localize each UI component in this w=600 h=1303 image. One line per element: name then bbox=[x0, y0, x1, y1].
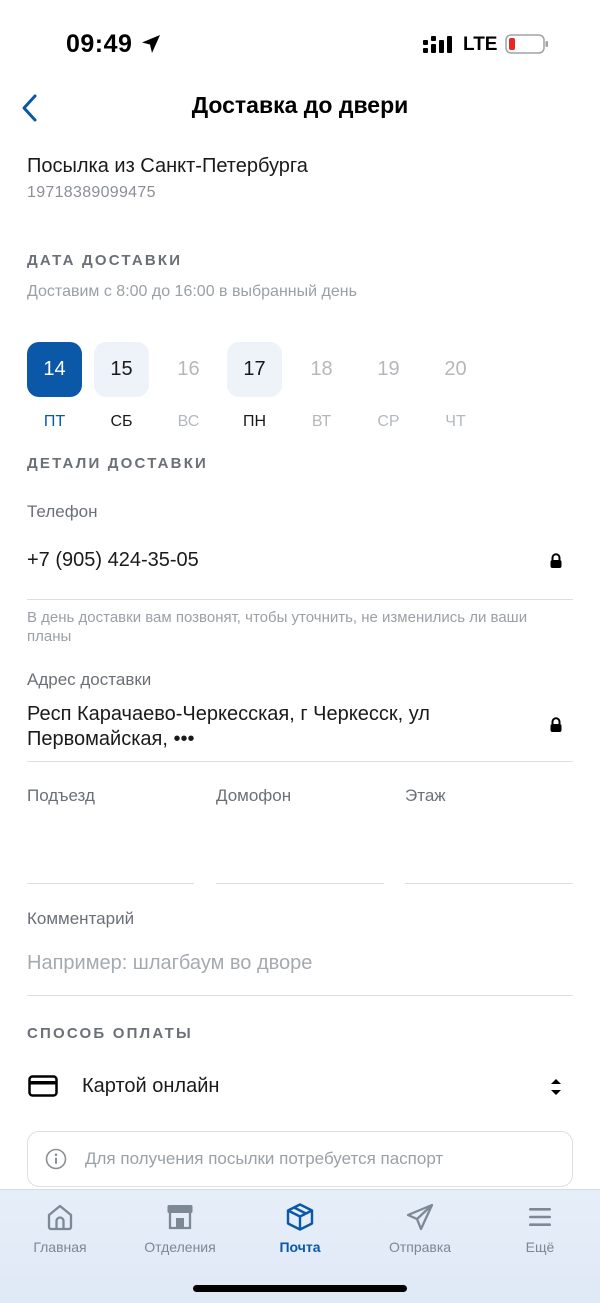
date-15[interactable]: 15 bbox=[94, 342, 149, 397]
tab-send[interactable]: Отправка bbox=[360, 1190, 480, 1270]
chevron-updown-icon[interactable] bbox=[548, 1076, 564, 1098]
signal-icon bbox=[423, 36, 452, 53]
credit-card-icon bbox=[28, 1075, 58, 1097]
payment-method-select[interactable]: Картой онлайн bbox=[82, 1075, 219, 1098]
delivery-details-heading: ДЕТАЛИ ДОСТАВКИ bbox=[27, 455, 209, 472]
weekday-label: ПН bbox=[242, 413, 267, 430]
tab-mail[interactable]: Почта bbox=[240, 1190, 360, 1270]
package-icon bbox=[286, 1203, 314, 1231]
page-title: Доставка до двери bbox=[191, 92, 409, 118]
weekday-label: ВС bbox=[177, 413, 200, 430]
network-type: LTE bbox=[463, 34, 498, 55]
date-19: 19 bbox=[377, 358, 400, 380]
tab-label: Главная bbox=[33, 1239, 87, 1255]
phone-divider bbox=[27, 599, 573, 600]
weekday-label: ПТ bbox=[43, 413, 66, 430]
entrance-input[interactable] bbox=[27, 883, 194, 884]
date-18: 18 bbox=[310, 358, 333, 380]
address-line-2[interactable]: Первомайская, ••• bbox=[27, 728, 194, 751]
entrance-label: Подъезд bbox=[27, 786, 95, 805]
comment-input[interactable]: Например: шлагбаум во дворе bbox=[27, 952, 312, 975]
home-indicator bbox=[193, 1285, 407, 1292]
date-17[interactable]: 17 bbox=[227, 342, 282, 397]
tab-home[interactable]: Главная bbox=[0, 1190, 120, 1270]
status-bar: 09:49 LTE bbox=[0, 0, 600, 90]
home-icon bbox=[47, 1204, 73, 1231]
floor-label: Этаж bbox=[405, 786, 446, 805]
phone-field[interactable]: +7 (905) 424-35-05 bbox=[27, 549, 199, 572]
comment-divider bbox=[27, 995, 573, 996]
store-icon bbox=[167, 1205, 193, 1230]
phone-hint: В день доставки вам позвонят, чтобы уточ… bbox=[27, 609, 528, 645]
weekday-label: ВТ bbox=[311, 413, 332, 430]
tab-label: Отправка bbox=[388, 1239, 452, 1255]
address-line-1[interactable]: Респ Карачаево-Черкесская, г Черкесск, у… bbox=[27, 703, 430, 726]
intercom-input[interactable] bbox=[216, 883, 384, 884]
weekday-label: ЧТ bbox=[445, 413, 466, 430]
tab-label: Отделения bbox=[144, 1239, 216, 1255]
tab-offices[interactable]: Отделения bbox=[120, 1190, 240, 1270]
date-20: 20 bbox=[444, 358, 467, 380]
weekday-label: СР bbox=[377, 413, 400, 430]
date-14[interactable]: 14 bbox=[27, 342, 82, 397]
weekday-label: СБ bbox=[110, 413, 133, 430]
tab-label: Ещё bbox=[525, 1239, 555, 1255]
date-16: 16 bbox=[177, 358, 200, 380]
battery-icon bbox=[505, 34, 548, 54]
tab-more[interactable]: Ещё bbox=[480, 1190, 600, 1270]
lock-icon bbox=[550, 717, 562, 732]
floor-input[interactable] bbox=[405, 883, 573, 884]
passport-notice: Для получения посылки потребуется паспор… bbox=[27, 1131, 573, 1187]
comment-label: Комментарий bbox=[27, 909, 135, 928]
notice-text: Для получения посылки потребуется паспор… bbox=[85, 1149, 444, 1168]
delivery-screen: 09:49 LTE Доставка до двери Посылка из С… bbox=[0, 0, 600, 1303]
info-icon bbox=[45, 1148, 67, 1170]
delivery-date-hint: Доставим с 8:00 до 16:00 в выбранный ден… bbox=[27, 283, 357, 300]
intercom-label: Домофон bbox=[216, 786, 292, 805]
tab-label: Почта bbox=[279, 1239, 321, 1255]
lock-icon bbox=[550, 553, 562, 568]
tracking-number: 19718389099475 bbox=[27, 184, 156, 201]
location-arrow-icon bbox=[142, 35, 160, 53]
delivery-date-heading: ДАТА ДОСТАВКИ bbox=[27, 252, 183, 269]
send-icon bbox=[406, 1203, 434, 1231]
address-divider bbox=[27, 761, 573, 762]
address-label: Адрес доставки bbox=[27, 670, 152, 689]
status-time: 09:49 bbox=[66, 30, 133, 58]
payment-heading: СПОСОБ ОПЛАТЫ bbox=[27, 1025, 193, 1042]
phone-label: Телефон bbox=[27, 502, 98, 521]
menu-icon bbox=[529, 1208, 551, 1226]
parcel-title: Посылка из Санкт-Петербурга bbox=[27, 155, 308, 177]
